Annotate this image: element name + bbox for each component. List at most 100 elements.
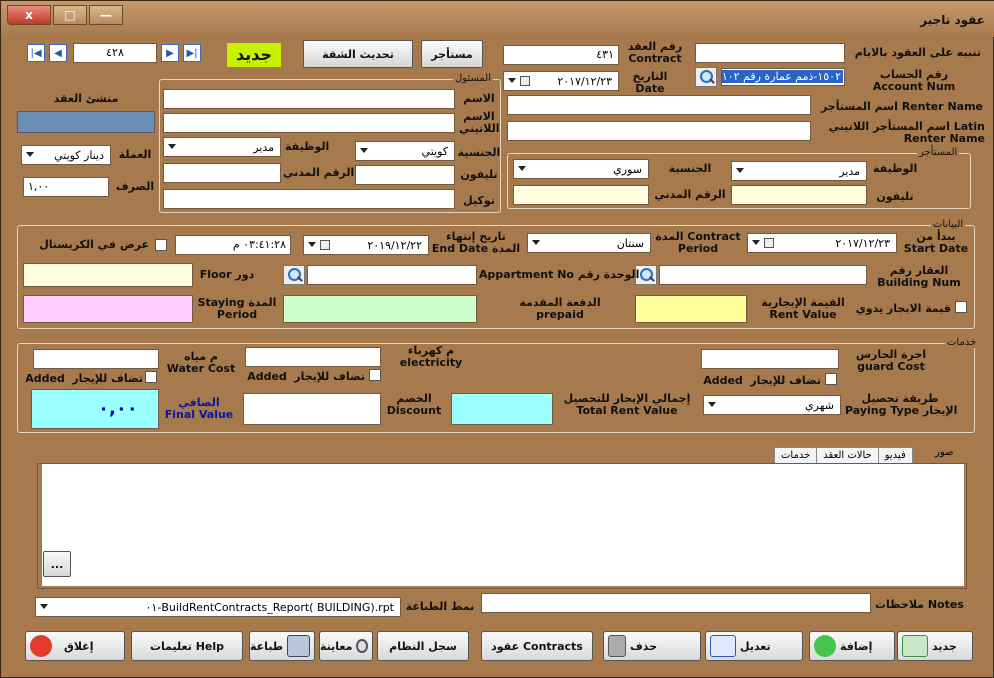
alert-days-field[interactable]	[695, 43, 845, 63]
edit-icon	[710, 635, 736, 657]
building-field[interactable]	[659, 265, 867, 285]
rent-value-field[interactable]	[635, 295, 747, 323]
notes-field[interactable]	[481, 593, 871, 613]
new-badge: جديد	[227, 43, 281, 67]
responsible-latin-field[interactable]	[163, 113, 455, 133]
responsible-name-field[interactable]	[163, 89, 455, 109]
renter-phone-label: تليفون	[876, 190, 914, 203]
renter-nationality-select[interactable]: سوري	[513, 159, 649, 179]
help-button[interactable]: تعليمات Help	[131, 631, 243, 661]
responsible-phone-label: تليفون	[460, 168, 498, 181]
new-button[interactable]: جديد	[897, 631, 973, 661]
rent-value-label: القيمة الإيجارية Rent Value	[761, 296, 845, 321]
photos-area	[42, 464, 964, 586]
contract-creator-label: منشئ العقد	[53, 92, 119, 105]
period-select[interactable]: سنتان	[527, 233, 651, 253]
responsible-nationality-select[interactable]: كويتي	[355, 141, 455, 161]
renter-job-select[interactable]: مدير	[731, 161, 867, 181]
close-window-button[interactable]: x	[7, 5, 51, 25]
update-apartment-button[interactable]: تحديث الشقة	[303, 40, 413, 68]
guard-cost-field[interactable]	[701, 349, 839, 369]
browse-button[interactable]: ...	[43, 551, 71, 577]
electricity-field[interactable]	[245, 347, 381, 367]
responsible-agent-label: توكيل	[463, 194, 495, 207]
start-date-picker[interactable]: ٢٠١٧/١٢/٢٣	[747, 233, 897, 253]
preview-button[interactable]: معاينة	[319, 631, 373, 661]
plus-icon	[814, 635, 836, 657]
contract-creator-field[interactable]	[17, 111, 155, 133]
responsible-title: المسئول	[453, 73, 493, 84]
tab-services[interactable]: خدمات	[774, 447, 818, 464]
delete-button[interactable]: حذف	[603, 631, 701, 661]
currency-select[interactable]: دينار كويتي	[21, 145, 111, 165]
final-value-label: الصافي Final Value	[164, 396, 234, 421]
prev-record-button[interactable]: ◀	[49, 44, 67, 62]
calendar-icon	[520, 76, 530, 86]
contract-date-picker[interactable]: ٢٠١٧/١٢/٢٣	[503, 71, 619, 91]
print-style-label: نمط الطباعة	[405, 600, 475, 613]
contract-number-field[interactable]: ٤٣١	[503, 45, 619, 65]
account-field[interactable]: ١٥٠٢-ذمم عمارة رقم ١٠٢	[721, 68, 845, 86]
tab-video[interactable]: فيديو	[877, 447, 913, 464]
magnifier-icon	[356, 639, 368, 653]
discount-label: الخصم Discount	[386, 392, 442, 417]
renter-phone-field[interactable]	[731, 185, 867, 205]
notes-label: ملاحظات Notes	[875, 598, 964, 611]
show-crystal-checkbox[interactable]	[155, 239, 167, 251]
total-rent-field[interactable]	[451, 393, 553, 425]
electricity-added-checkbox[interactable]	[369, 369, 381, 381]
print-button[interactable]: طباعة	[249, 631, 315, 661]
responsible-job-label: الوظيفة	[285, 140, 330, 153]
responsible-job-select[interactable]: مدير	[163, 137, 281, 157]
minimize-button[interactable]: —	[89, 5, 123, 25]
tab-contract-status[interactable]: حالات العقد	[816, 447, 879, 464]
print-style-select[interactable]: BuildRentContracts_Report( BUILDING).rpt…	[35, 597, 401, 617]
prepaid-field[interactable]	[283, 295, 477, 323]
next-record-button[interactable]: ▶	[161, 44, 179, 62]
paying-type-select[interactable]: شهري	[703, 395, 841, 415]
water-cost-field[interactable]	[33, 349, 159, 369]
time-field[interactable]: ٠٣:٤١:٢٨ م	[175, 235, 291, 255]
responsible-name-label: الاسم	[463, 92, 495, 105]
responsible-phone-field[interactable]	[355, 165, 455, 185]
responsible-agent-field[interactable]	[163, 189, 455, 209]
system-log-button[interactable]: سجل النظام	[377, 631, 469, 661]
water-added-rent-label: تضاف للإيجار	[72, 372, 143, 385]
exchange-rate-field[interactable]: ١,٠٠	[23, 177, 109, 197]
last-record-button[interactable]: ▶|	[183, 44, 201, 62]
water-added-checkbox[interactable]	[145, 371, 157, 383]
date-label: التاريخ Date	[632, 70, 668, 95]
staying-period-field[interactable]	[23, 295, 193, 323]
end-date-picker[interactable]: ٢٠١٩/١٢/٢٢	[303, 235, 429, 255]
renter-latin-label: اسم المستأجر اللاتيني Latin Renter Name	[828, 120, 985, 145]
apartment-field[interactable]	[307, 265, 477, 285]
contract-window: x □ — عقود تاجير |◀ ◀ ٤٢٨ ▶ ▶| جديد تحدي…	[0, 0, 994, 678]
guard-added-checkbox[interactable]	[825, 373, 837, 385]
maximize-button[interactable]: □	[53, 5, 87, 25]
edit-button[interactable]: تعديل	[705, 631, 803, 661]
printer-icon	[287, 635, 310, 657]
search-apartment-icon[interactable]	[283, 265, 305, 285]
contracts-button[interactable]: عقود Contracts	[481, 631, 593, 661]
renter-name-field[interactable]	[507, 95, 811, 115]
discount-field[interactable]	[243, 393, 381, 425]
renter-nationality-label: الجنسية	[668, 162, 712, 175]
manual-rent-checkbox[interactable]	[955, 301, 967, 313]
renter-latin-field[interactable]	[507, 121, 811, 141]
record-number[interactable]: ٤٢٨	[73, 43, 157, 63]
responsible-civil-field[interactable]	[163, 163, 281, 183]
manual-rent-label: قيمة الايجار يدوي	[855, 302, 951, 315]
water-cost-label: م مياه Water Cost	[166, 350, 236, 375]
final-value-field[interactable]: ٠,٠٠	[31, 389, 159, 429]
renter-button[interactable]: مستأجر	[421, 40, 483, 68]
renter-civil-field[interactable]	[513, 185, 649, 205]
floor-field[interactable]	[23, 263, 193, 287]
period-label: المدة Contract Period	[655, 230, 741, 255]
trash-icon	[608, 635, 626, 657]
tab-panel	[37, 463, 967, 589]
add-button[interactable]: إضافة	[809, 631, 895, 661]
first-record-button[interactable]: |◀	[27, 44, 45, 62]
close-button[interactable]: إغلاق	[25, 631, 125, 661]
search-account-icon[interactable]	[695, 67, 717, 87]
tab-photos[interactable]: صور	[935, 447, 954, 458]
